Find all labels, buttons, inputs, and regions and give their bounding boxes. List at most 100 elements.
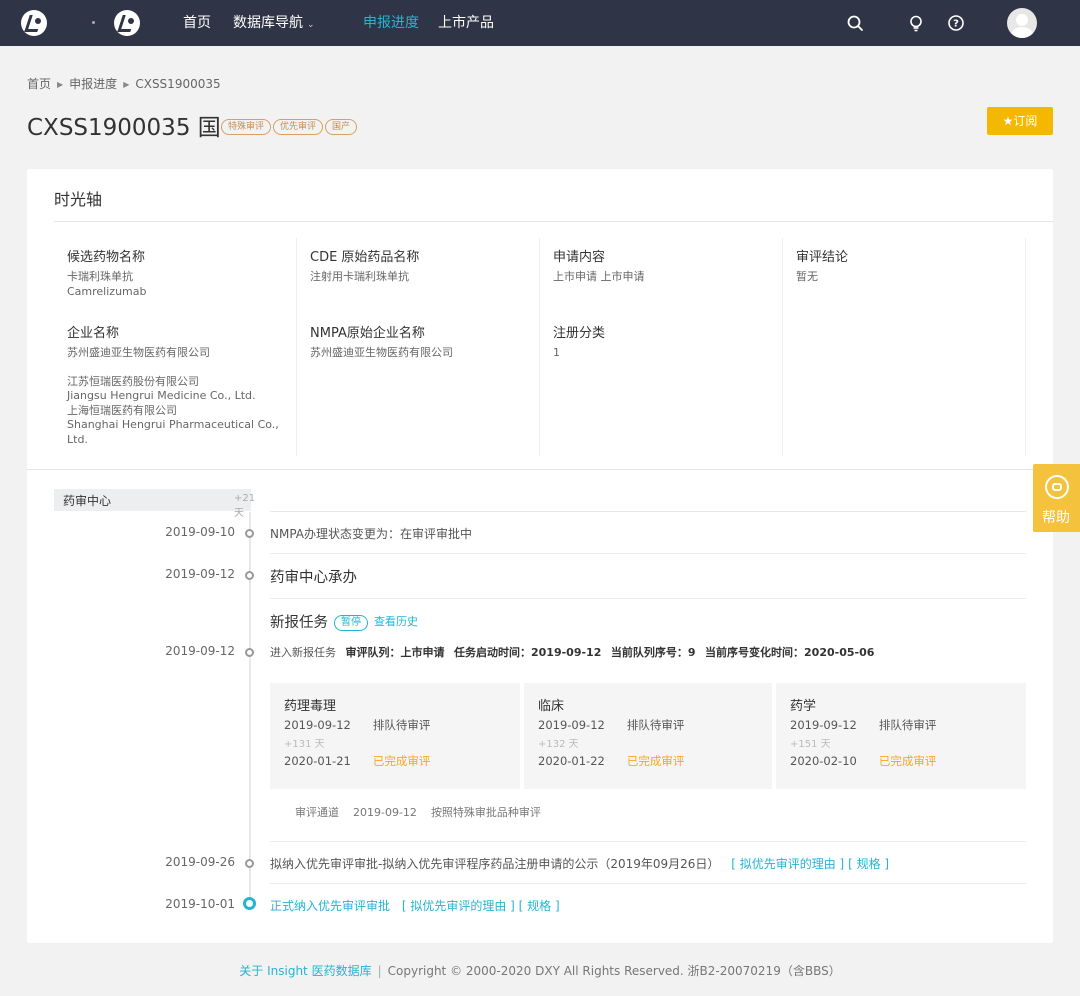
column-divider [782, 238, 783, 456]
subscribe-button[interactable]: ★订阅 [987, 107, 1053, 135]
event-date: 2019-09-26 [165, 855, 235, 869]
review-days: +151 天 [790, 739, 831, 750]
review-queued: 排队待审评 [626, 718, 685, 732]
review-end-date: 2020-01-22 [538, 754, 605, 768]
change-label: 当前序号变化时间： [705, 646, 805, 659]
review-start-date: 2019-09-12 [790, 718, 857, 732]
company-5: Shanghai Hengrui Pharmaceutical Co., Ltd… [67, 418, 279, 446]
chat-icon [1045, 475, 1069, 499]
timeline-dot [245, 529, 254, 538]
breadcrumb-arrow-icon: ▶ [57, 80, 64, 89]
divider [54, 221, 1053, 222]
help-label: 帮助 [1042, 510, 1070, 526]
subscribe-label: 订阅 [1013, 114, 1038, 128]
event-desc[interactable]: 正式纳入优先审评审批 [270, 899, 390, 913]
priority-reason-link[interactable]: [ 拟优先审评的理由 ] [402, 899, 515, 913]
tab-cde-label: 药审中心 [63, 494, 112, 508]
company-4: 上海恒瑞医药有限公司 [67, 403, 177, 417]
spec-link[interactable]: [ 规格 ] [519, 899, 560, 913]
queue-value: 上市申请 [400, 646, 445, 659]
view-history-link[interactable]: 查看历史 [374, 615, 418, 628]
event-text: NMPA办理状态变更为：在审评审批中 [270, 527, 473, 541]
priority-reason-link[interactable]: [ 拟优先审评的理由 ] [731, 857, 844, 871]
channel-label: 审评通道 [295, 806, 339, 819]
timeline-card: 时光轴 候选药物名称 卡瑞利珠单抗 Camrelizumab CDE 原始药品名… [27, 169, 1053, 943]
candidate-value: 卡瑞利珠单抗 Camrelizumab [67, 270, 285, 299]
candidate-label: 候选药物名称 [67, 250, 146, 265]
review-queued: 排队待审评 [372, 718, 431, 732]
nmpa-label: NMPA原始企业名称 [310, 326, 425, 341]
divider [270, 841, 1026, 842]
review-start-date: 2019-09-12 [284, 718, 351, 732]
timeline-dot [245, 571, 254, 580]
search-icon[interactable] [846, 14, 864, 32]
nav-database[interactable]: 数据库导航 ⌄ [233, 14, 315, 34]
queue-label: 审评队列： [345, 646, 401, 659]
event-date: 2019-09-12 [165, 644, 235, 658]
review-start-row: 2019-09-12 排队待审评 [790, 717, 936, 733]
help-button[interactable]: 帮助 [1033, 464, 1080, 532]
divider [270, 883, 1026, 884]
column-divider [1025, 238, 1026, 456]
copyright: Copyright © 2000-2020 DXY All Rights Res… [387, 964, 841, 978]
review-end-row: 2020-01-21 已完成审评 [284, 753, 430, 769]
dxy-logo-icon[interactable] [21, 10, 47, 36]
company-3: Jiangsu Hengrui Medicine Co., Ltd. [67, 389, 256, 402]
review-box-pharmacology: 药理毒理 2019-09-12 排队待审评 +131 天 2020-01-21 已完… [270, 683, 520, 789]
event-text: 进入新报任务 审评队列：上市申请 任务启动时间：2019-09-12 当前队列序… [270, 644, 874, 660]
review-end-row: 2020-02-10 已完成审评 [790, 753, 936, 769]
review-start-row: 2019-09-12 排队待审评 [538, 717, 684, 733]
event-text: 拟纳入优先审评审批-拟纳入优先审评程序药品注册申请的公示（2019年09月26日… [270, 855, 889, 872]
nav-home[interactable]: 首页 [183, 14, 211, 32]
divider [270, 598, 1026, 599]
event-date: 2019-10-01 [165, 897, 235, 911]
review-title: 临床 [538, 699, 565, 714]
review-end-date: 2020-01-21 [284, 754, 351, 768]
task-title: 新报任务 [270, 615, 328, 631]
event-heading: 药审中心承办 [270, 570, 357, 586]
review-end-row: 2020-01-22 已完成审评 [538, 753, 684, 769]
review-box-pharmacy: 药学 2019-09-12 排队待审评 +151 天 2020-02-10 已完成审… [776, 683, 1026, 789]
apply-label: 申请内容 [553, 250, 606, 265]
seq-label: 当前队列序号： [610, 646, 688, 659]
tab-cde-days: +21天 [234, 493, 256, 519]
insight-logo-icon[interactable] [114, 10, 140, 36]
review-start-row: 2019-09-12 排队待审评 [284, 717, 430, 733]
help-circle-icon[interactable]: ? [947, 14, 965, 32]
breadcrumb-arrow-icon: ▶ [123, 80, 130, 89]
footer: 关于 Insight 医药数据库 | Copyright © 2000-2020 D… [0, 962, 1080, 979]
divider [270, 553, 1026, 554]
review-queued: 排队待审评 [878, 718, 937, 732]
breadcrumb-home[interactable]: 首页 [27, 77, 51, 91]
lightbulb-icon[interactable] [907, 14, 925, 32]
company-label: 企业名称 [67, 326, 120, 341]
channel-date: 2019-09-12 [353, 806, 417, 819]
event-desc: 拟纳入优先审评审批-拟纳入优先审评程序药品注册申请的公示（2019年09月26日… [270, 857, 720, 871]
about-link[interactable]: 关于 Insight 医药数据库 [239, 964, 371, 978]
tag-priority-review: 优先审评 [273, 119, 324, 135]
tag-domestic: 国产 [325, 119, 358, 135]
tag-group: 特殊审评 优先审评 国产 [221, 118, 359, 135]
conclusion-value: 暂无 [796, 270, 818, 283]
company-2: 江苏恒瑞医药股份有限公司 [67, 374, 199, 388]
star-icon: ★ [1002, 114, 1014, 128]
svg-text:?: ? [953, 19, 959, 30]
review-box-clinical: 临床 2019-09-12 排队待审评 +132 天 2020-01-22 已完成审… [524, 683, 772, 789]
nav-products[interactable]: 上市产品 [438, 14, 494, 32]
status-badge: 暂停 [334, 615, 368, 631]
nav-progress[interactable]: 申报进度 [363, 14, 419, 32]
cde-label: CDE 原始药品名称 [310, 250, 420, 265]
review-title: 药学 [790, 699, 817, 714]
company-1: 苏州盛迪亚生物医药有限公司 [67, 346, 210, 359]
nmpa-value: 苏州盛迪亚生物医药有限公司 [310, 346, 453, 359]
breadcrumb-current: CXSS1900035 [135, 77, 221, 91]
cde-value: 注射用卡瑞利珠单抗 [310, 270, 409, 283]
divider-dot [92, 21, 95, 24]
user-avatar[interactable] [1007, 8, 1037, 38]
review-end-date: 2020-02-10 [790, 754, 857, 768]
breadcrumb-progress[interactable]: 申报进度 [69, 77, 117, 91]
task-heading: 新报任务 暂停 查看历史 [270, 611, 418, 632]
review-done: 已完成审评 [626, 754, 685, 768]
tab-cde[interactable]: 药审中心 +21天 [54, 489, 255, 519]
spec-link[interactable]: [ 规格 ] [848, 857, 889, 871]
